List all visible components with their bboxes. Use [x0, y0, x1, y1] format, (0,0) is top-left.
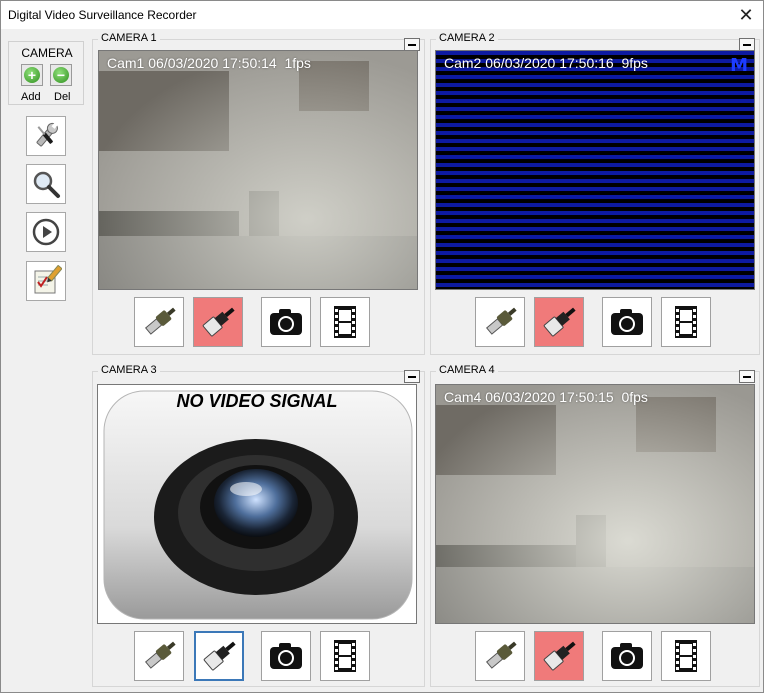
delete-camera-button[interactable]: −	[50, 64, 72, 86]
camera-3-panel: CAMERA 3 NO VIDEO SIGNAL	[92, 364, 425, 687]
camera-2-video[interactable]: Cam2 06/03/2020 17:50:16 9fps M	[435, 50, 755, 290]
camera-3-usb-button[interactable]	[134, 631, 184, 681]
camera-2-label: CAMERA 2	[436, 32, 498, 44]
camera-1-ethernet-button[interactable]	[193, 297, 243, 347]
camera-4-snapshot-button[interactable]	[602, 631, 652, 681]
camera-1-video[interactable]: Cam1 06/03/2020 17:50:14 1fps	[98, 50, 418, 290]
camera-4-label: CAMERA 4	[436, 364, 498, 376]
camera-1-snapshot-button[interactable]	[261, 297, 311, 347]
camera-3-record-button[interactable]	[320, 631, 370, 681]
motion-badge: M	[730, 55, 748, 76]
camera-icon	[611, 309, 643, 335]
usb-cable-icon	[144, 307, 176, 335]
camera-2-usb-button[interactable]	[475, 297, 525, 347]
camera-3-label: CAMERA 3	[98, 364, 160, 376]
search-button[interactable]	[26, 164, 66, 204]
camera-3-snapshot-button[interactable]	[261, 631, 311, 681]
camera-group: CAMERA + − Add Del	[8, 41, 84, 105]
camera-4-record-button[interactable]	[661, 631, 711, 681]
del-label: Del	[54, 91, 71, 103]
notes-edit-icon	[34, 265, 62, 294]
window-title: Digital Video Surveillance Recorder	[8, 8, 197, 22]
camera-4-video[interactable]: Cam4 06/03/2020 17:50:15 0fps	[435, 384, 755, 624]
camera-group-label: CAMERA	[21, 46, 73, 60]
play-icon	[32, 218, 60, 246]
camera-icon	[270, 309, 302, 335]
ethernet-cable-icon	[202, 307, 235, 337]
camera-1-overlay-text: Cam1 06/03/2020 17:50:14 1fps	[107, 55, 311, 71]
camera-4-overlay-text: Cam4 06/03/2020 17:50:15 0fps	[444, 389, 648, 405]
settings-tools-icon	[36, 122, 58, 147]
film-strip-icon	[334, 640, 356, 672]
film-strip-icon	[675, 640, 697, 672]
add-label: Add	[21, 91, 41, 103]
camera-4-scene	[436, 385, 754, 623]
camera-2-overlay-text: Cam2 06/03/2020 17:50:16 9fps	[444, 55, 648, 71]
camera-3-video[interactable]: NO VIDEO SIGNAL	[97, 384, 417, 624]
add-camera-button[interactable]: +	[21, 64, 43, 86]
camera-1-label: CAMERA 1	[98, 32, 160, 44]
notes-button[interactable]	[26, 261, 66, 301]
remove-icon: −	[53, 67, 69, 83]
camera-4-panel: CAMERA 4 Cam4 06/03/2020 17:50:15 0fps	[430, 364, 760, 687]
camera-2-ethernet-button[interactable]	[534, 297, 584, 347]
camera-4-usb-button[interactable]	[475, 631, 525, 681]
camera-2-record-button[interactable]	[661, 297, 711, 347]
app-window: Digital Video Surveillance Recorder ✕ CA…	[0, 0, 764, 693]
search-zoom-icon	[33, 171, 60, 198]
ethernet-cable-icon	[543, 641, 576, 671]
camera-icon	[611, 643, 643, 669]
camera-4-ethernet-button[interactable]	[534, 631, 584, 681]
camera-4-minimize-button[interactable]	[739, 370, 755, 383]
playback-button[interactable]	[26, 212, 66, 252]
settings-button[interactable]	[26, 116, 66, 156]
ethernet-cable-icon	[543, 307, 576, 337]
camera-3-minimize-button[interactable]	[404, 370, 420, 383]
camera-lens-placeholder-icon	[103, 390, 413, 620]
usb-cable-icon	[485, 641, 517, 669]
usb-cable-icon	[485, 307, 517, 335]
film-strip-icon	[334, 306, 356, 338]
film-strip-icon	[675, 306, 697, 338]
usb-cable-icon	[144, 641, 176, 669]
camera-3-ethernet-button[interactable]	[194, 631, 244, 681]
camera-2-snapshot-button[interactable]	[602, 297, 652, 347]
camera-1-panel: CAMERA 1 Cam1 06/03/2020 17:50:14 1fps	[92, 32, 425, 355]
camera-1-record-button[interactable]	[320, 297, 370, 347]
no-signal-text: NO VIDEO SIGNAL	[176, 391, 338, 411]
title-bar: Digital Video Surveillance Recorder ✕	[1, 1, 763, 29]
add-icon: +	[24, 67, 40, 83]
camera-icon	[270, 643, 302, 669]
ethernet-cable-icon	[203, 641, 236, 671]
camera-1-scene	[99, 51, 417, 289]
camera-2-panel: CAMERA 2 Cam2 06/03/2020 17:50:16 9fps M	[430, 32, 760, 355]
close-button[interactable]: ✕	[729, 1, 763, 29]
camera-1-usb-button[interactable]	[134, 297, 184, 347]
